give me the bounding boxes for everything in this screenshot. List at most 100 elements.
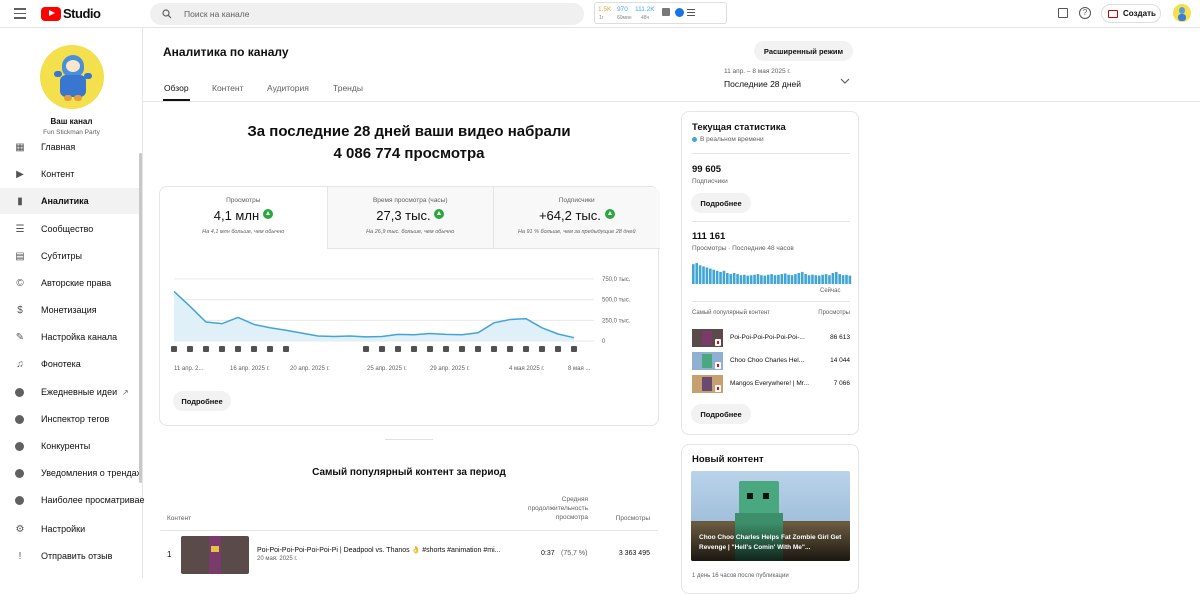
widget-value-1: 1.5K [598, 6, 612, 13]
row-video-title[interactable]: Poi-Poi-Poi-Poi-Poi-Poi-Pi | Deadpool vs… [257, 546, 527, 554]
create-button[interactable]: Создать [1101, 4, 1161, 23]
sidebar-item-2[interactable]: ▮ Аналитика [0, 188, 140, 214]
realtime-bar [732, 273, 736, 284]
realtime-bar [726, 273, 729, 284]
search-box[interactable]: Поиск на канале [150, 3, 584, 25]
views-chart[interactable]: 750,0 тыс. 500,0 тыс. 250,0 тыс. 0 11 апр. 2… [160, 269, 658, 389]
metric-tab-1[interactable]: Время просмотра (часы) 27,3 тыс. На 26,9 … [326, 187, 493, 249]
video-thumbnail[interactable] [181, 536, 249, 574]
sidebar-item-9[interactable]: Ежедневные идеи ↗ [0, 379, 140, 405]
sidebar-item-7[interactable]: ✎ Настройка канала [0, 324, 140, 350]
realtime-card: Текущая статистика В реальном времени 99… [681, 111, 859, 435]
sidebar-item-label: Настройка канала [41, 332, 118, 342]
video-marker-icon[interactable] [203, 346, 209, 352]
sidebar-item-4[interactable]: ▤ Субтитры [0, 243, 140, 269]
video-marker-icon[interactable] [251, 346, 257, 352]
sidebar-item-3[interactable]: ☰ Сообщество [0, 216, 140, 242]
sidebar-item-6[interactable]: $ Монетизация [0, 297, 140, 323]
realtime-bar [794, 274, 797, 284]
advanced-mode-button[interactable]: Расширенный режим [754, 41, 853, 61]
video-marker-icon[interactable] [507, 346, 513, 352]
video-marker-icon[interactable] [491, 346, 497, 352]
metric-tab-0[interactable]: Просмотры 4,1 млн На 4,1 млн больше, чем … [160, 187, 327, 249]
widget-menu-icon[interactable] [687, 8, 695, 16]
sidebar-scrollbar[interactable] [139, 153, 142, 483]
realtime-bar [787, 274, 790, 284]
widget-sub-3: 48ч [641, 15, 650, 21]
video-marker-icon[interactable] [459, 346, 465, 352]
row-duration-pct: (75,7 %) [561, 550, 588, 557]
new-video-title: Choo Choo Charles Helps Fat Zombie Girl … [699, 534, 842, 551]
sidebar-item-11[interactable]: Конкуренты [0, 433, 140, 459]
popular-item[interactable]: Choo Choo Charles Hel... 14 044 [692, 352, 850, 372]
sidebar-item-1[interactable]: ▶ Контент [0, 161, 140, 187]
realtime-bar [756, 274, 760, 284]
hamburger-menu-icon[interactable] [14, 7, 26, 19]
video-marker-icon[interactable] [427, 346, 433, 352]
sidebar-item-12[interactable]: Уведомления о трендах [0, 460, 141, 486]
video-marker-icon[interactable] [219, 346, 225, 352]
tab-audience[interactable]: Аудитория [267, 83, 309, 93]
sidebar-item-8[interactable]: ♫ Фонотека [0, 351, 140, 377]
tab-trends[interactable]: Тренды [333, 83, 363, 93]
realtime-bar-chart[interactable] [692, 260, 852, 284]
sidebar-item-15[interactable]: ! Отправить отзыв [0, 543, 140, 569]
x-tick-label: 29 апр. 2025 г. [430, 366, 470, 372]
video-marker-icon[interactable] [363, 346, 369, 352]
studio-logo[interactable]: Studio [41, 6, 101, 21]
messages-icon[interactable] [1058, 8, 1068, 18]
date-range-picker[interactable]: 11 апр. – 8 мая 2025 г. Последние 28 дне… [724, 68, 854, 94]
metric-tab-2[interactable]: Подписчики +64,2 тыс. На 91 % больше, чем… [493, 187, 660, 249]
metric-value-wrap: +64,2 тыс. [494, 208, 660, 223]
video-marker-icon[interactable] [187, 346, 193, 352]
table-row[interactable]: 1 Poi-Poi-Poi-Poi-Poi-Poi-Pi | Deadpool … [160, 532, 658, 576]
video-marker-icon[interactable] [411, 346, 417, 352]
realtime-bar [845, 274, 848, 284]
extension-icon [15, 495, 24, 505]
popular-item[interactable]: Poi-Poi-Poi-Poi-Poi-Poi-... 86 613 [692, 329, 850, 349]
overview-card: Просмотры 4,1 млн На 4,1 млн больше, чем … [159, 186, 660, 426]
sidebar-item-10[interactable]: Инспектор тегов [0, 406, 140, 432]
widget-settings-icon[interactable] [662, 8, 670, 16]
video-marker-icon[interactable] [555, 346, 561, 352]
sidebar-item-label: Наиболее просматривае [41, 495, 145, 505]
metric-note: На 91 % больше, чем за предыдущие 28 дне… [517, 229, 636, 235]
video-marker-icon[interactable] [443, 346, 449, 352]
sidebar-item-14[interactable]: ⚙ Настройки [0, 516, 140, 542]
help-icon[interactable]: ? [1079, 7, 1091, 19]
video-marker-icon[interactable] [171, 346, 177, 352]
shorts-icon [715, 362, 721, 369]
trend-up-icon [604, 209, 615, 219]
video-marker-icon[interactable] [539, 346, 545, 352]
sidebar-item-13[interactable]: Наиболее просматривае [0, 487, 144, 513]
subscribers-more-button[interactable]: Подробнее [691, 193, 751, 213]
stats-extension-widget[interactable]: 1.5K 970 111.2K 1г 60мин 48ч [594, 2, 727, 24]
video-marker-icon[interactable] [523, 346, 529, 352]
create-label: Создать [1123, 9, 1156, 18]
tab-overview[interactable]: Обзор [164, 83, 189, 93]
subscribers-label: Подписчики [692, 178, 728, 185]
new-video-thumbnail[interactable]: Choo Choo Charles Helps Fat Zombie Girl … [691, 471, 850, 561]
metric-value: +64,2 тыс. [538, 208, 601, 223]
tab-content[interactable]: Контент [212, 83, 244, 93]
video-marker-icon[interactable] [283, 346, 289, 352]
sidebar-item-5[interactable]: © Авторские права [0, 270, 140, 296]
realtime-bar [824, 274, 828, 284]
overview-more-button[interactable]: Подробнее [173, 391, 231, 411]
channel-avatar[interactable] [40, 45, 104, 109]
video-marker-icon[interactable] [379, 346, 385, 352]
video-marker-icon[interactable] [475, 346, 481, 352]
popular-item[interactable]: Mangos Everywhere! | Mr... 7 066 [692, 375, 850, 395]
video-marker-icon[interactable] [571, 346, 577, 352]
realtime-bar [729, 274, 733, 284]
period-text: Последние 28 дней [724, 79, 802, 89]
realtime-bar [753, 274, 756, 284]
widget-globe-icon[interactable] [675, 8, 684, 17]
sidebar-item-0[interactable]: ▦ Главная [0, 134, 140, 160]
account-avatar[interactable] [1173, 4, 1191, 22]
summary-headline: За последние 28 дней ваши видео набрали … [160, 121, 658, 165]
video-marker-icon[interactable] [267, 346, 273, 352]
video-marker-icon[interactable] [395, 346, 401, 352]
popular-more-button[interactable]: Подробнее [691, 404, 751, 424]
video-marker-icon[interactable] [235, 346, 241, 352]
